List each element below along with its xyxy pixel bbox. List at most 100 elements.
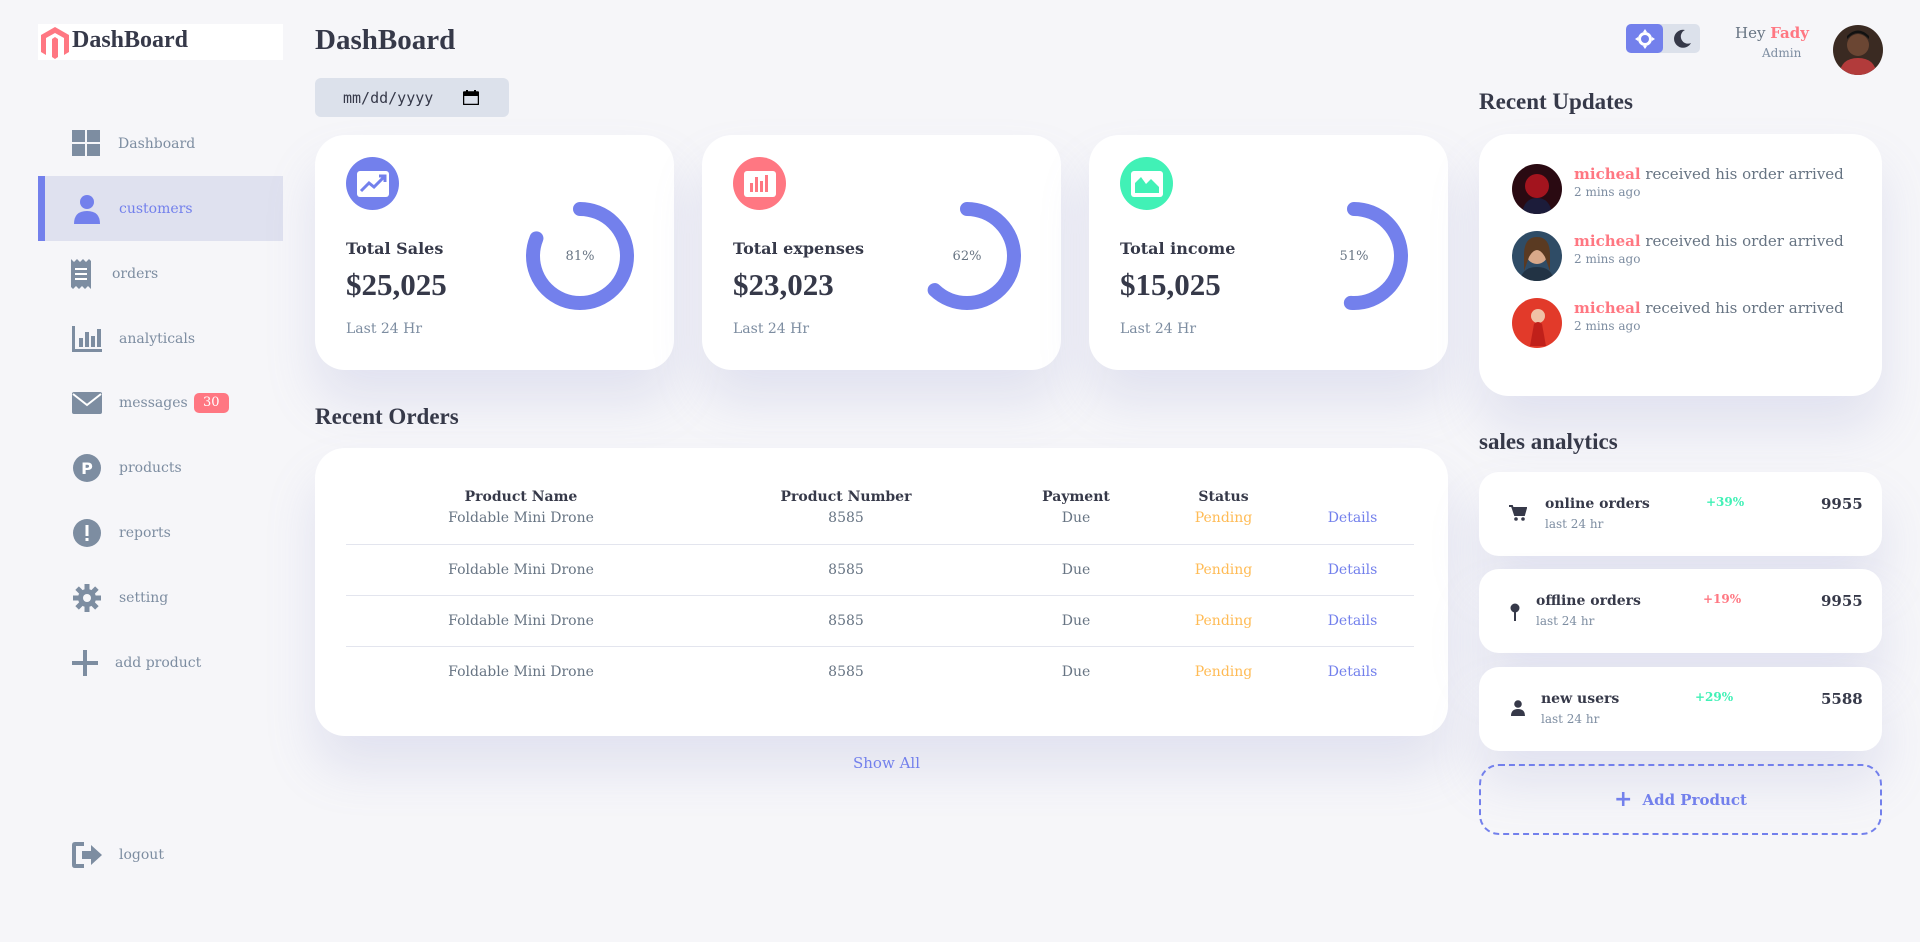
dark-mode-button[interactable] <box>1663 24 1700 53</box>
payment-cell: Due <box>996 595 1156 647</box>
update-avatar <box>1512 164 1562 214</box>
update-avatar <box>1512 231 1562 281</box>
sales-analytics-title: sales analytics <box>1479 429 1618 454</box>
report-icon <box>72 518 102 548</box>
analytics-value: 9955 <box>1821 592 1863 610</box>
recent-updates-title: Recent Updates <box>1479 89 1633 114</box>
product-name-cell: Foldable Mini Drone <box>448 663 594 680</box>
logo[interactable]: DashBoard <box>38 24 283 60</box>
update-user: micheal <box>1574 299 1641 317</box>
date-input-placeholder: mm/dd/yyyy <box>343 88 434 107</box>
update-time: 2 mins ago <box>1574 252 1641 266</box>
recent-orders-table: Product Name Product Number Payment Stat… <box>346 476 1414 697</box>
product-name-cell: Foldable Mini Drone <box>346 595 696 647</box>
product-name-cell: Foldable Mini Drone <box>346 510 696 545</box>
page-title: DashBoard <box>315 24 456 56</box>
sidebar-item-logout[interactable]: logout <box>38 822 283 887</box>
sidebar-item-analyticals[interactable]: analyticals <box>38 306 283 371</box>
analytics-name: online orders <box>1545 496 1650 512</box>
user-role: Admin <box>1762 46 1802 60</box>
svg-text:P: P <box>81 459 93 478</box>
sidebar-item-customers[interactable]: customers <box>38 176 283 241</box>
sidebar-item-label: products <box>119 459 182 476</box>
gear-icon <box>72 583 102 613</box>
sidebar-item-orders[interactable]: orders <box>38 241 283 306</box>
update-time: 2 mins ago <box>1574 185 1641 199</box>
product-number-cell: 8585 <box>828 663 864 680</box>
update-time: 2 mins ago <box>1574 319 1641 333</box>
analytics-sub: last 24 hr <box>1545 517 1604 531</box>
payment-cell: Due <box>1061 663 1091 680</box>
sidebar-item-setting[interactable]: setting <box>38 565 283 630</box>
sidebar-item-label: messages <box>119 394 188 411</box>
pin-icon <box>1510 603 1520 625</box>
column-header: Status <box>1198 489 1249 505</box>
table-row: Foldable Mini Drone 8585 Due Pending Det… <box>346 646 1414 697</box>
messages-count-badge: 30 <box>194 392 229 413</box>
light-mode-button[interactable] <box>1626 24 1663 53</box>
update-text: micheal received his order arrived <box>1574 232 1844 250</box>
recent-updates-panel: micheal received his order arrived 2 min… <box>1479 134 1882 396</box>
percent-label: 51% <box>1339 248 1369 264</box>
sidebar-item-messages[interactable]: messages 30 <box>38 370 283 435</box>
date-input[interactable]: mm/dd/yyyy <box>315 78 509 117</box>
trend-up-icon <box>346 157 399 210</box>
logo-icon <box>41 27 69 59</box>
sidebar-item-label: setting <box>119 589 169 606</box>
product-icon: P <box>72 453 102 483</box>
logout-icon <box>72 840 102 870</box>
profile-avatar[interactable] <box>1833 25 1883 75</box>
sidebar-item-label: customers <box>119 200 193 217</box>
details-link[interactable]: Details <box>1291 595 1414 647</box>
status-cell: Pending <box>1194 663 1253 680</box>
add-product-label: Add Product <box>1642 790 1747 809</box>
update-item: micheal received his order arrived 2 min… <box>1512 164 1852 214</box>
sidebar-item-reports[interactable]: reports <box>38 500 283 565</box>
update-item: micheal received his order arrived 2 min… <box>1512 298 1852 348</box>
sidebar-item-dashboard[interactable]: Dashboard <box>38 111 283 176</box>
product-name-cell: Foldable Mini Drone <box>346 544 696 596</box>
update-text: micheal received his order arrived <box>1574 299 1844 317</box>
bar-chart-icon <box>733 157 786 210</box>
sidebar-item-products[interactable]: P products <box>38 435 283 500</box>
calendar-icon[interactable] <box>462 90 480 109</box>
user-name: Fady <box>1770 24 1809 42</box>
details-link[interactable]: Details <box>1291 646 1414 697</box>
bar-chart-icon <box>72 324 102 354</box>
theme-toggle[interactable] <box>1626 24 1700 53</box>
card-subtitle: Last 24 Hr <box>733 321 810 337</box>
sidebar-item-add-product[interactable]: add product <box>38 630 283 695</box>
details-link[interactable]: Details <box>1291 544 1414 596</box>
receipt-icon <box>66 258 96 289</box>
table-row: Foldable Mini Drone 8585 Due Pending Det… <box>346 544 1414 596</box>
analytics-change: +29% <box>1695 690 1734 704</box>
percent-label: 81% <box>565 248 595 264</box>
table-row: Foldable Mini Drone 8585 Due Pending Det… <box>346 595 1414 647</box>
card-value: $25,025 <box>346 267 447 302</box>
card-title: Total expenses <box>733 239 865 258</box>
greeting-text: Hey <box>1735 24 1766 42</box>
add-product-button[interactable]: + Add Product <box>1479 764 1882 835</box>
grid-icon <box>72 129 102 159</box>
update-user: micheal <box>1574 165 1641 183</box>
analytics-new-users: new users last 24 hr +29% 5588 <box>1479 667 1882 751</box>
card-value: $15,025 <box>1120 267 1221 302</box>
product-number-cell: 8585 <box>696 544 996 596</box>
card-total-sales: Total Sales $25,025 Last 24 Hr 81% <box>315 135 674 370</box>
details-link[interactable]: Details <box>1291 510 1414 545</box>
show-all-link[interactable]: Show All <box>853 754 920 772</box>
card-title: Total income <box>1120 239 1236 258</box>
recent-orders-title: Recent Orders <box>315 404 459 429</box>
user-icon <box>1511 700 1525 720</box>
table-row: Foldable Mini Drone 8585 Due Pending Det… <box>346 510 1414 545</box>
card-total-expenses: Total expenses $23,023 Last 24 Hr 62% <box>702 135 1061 370</box>
product-number-cell: 8585 <box>696 595 996 647</box>
status-cell: Pending <box>1156 595 1291 647</box>
update-message: received his order arrived <box>1640 299 1844 317</box>
moon-icon <box>1673 29 1691 48</box>
sidebar-item-label: add product <box>115 654 202 671</box>
update-message: received his order arrived <box>1640 232 1844 250</box>
sidebar-item-label: reports <box>119 524 171 541</box>
analytics-online-orders: online orders last 24 hr +39% 9955 <box>1479 472 1882 556</box>
sidebar-item-label: analyticals <box>119 330 196 347</box>
